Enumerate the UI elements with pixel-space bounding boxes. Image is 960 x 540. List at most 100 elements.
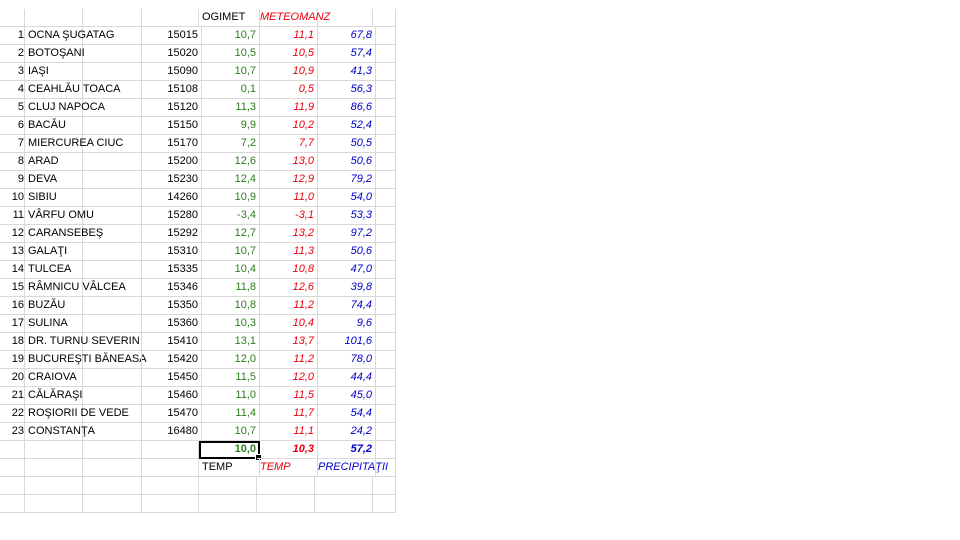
cell-empty[interactable]	[373, 225, 396, 243]
meteomanz-temp[interactable]: 11,0	[257, 189, 318, 207]
cell-empty[interactable]	[83, 405, 142, 423]
precipitation[interactable]: 53,3	[315, 207, 376, 225]
footer-meteomanz-label[interactable]: TEMP	[257, 459, 318, 477]
precipitation[interactable]: 97,2	[315, 225, 376, 243]
station-name[interactable]: CEAHLĂU TOACA	[25, 81, 121, 99]
station-code[interactable]: 15150	[142, 117, 202, 135]
cell-empty[interactable]	[373, 27, 396, 45]
meteomanz-temp[interactable]: 0,5	[257, 81, 318, 99]
cell-empty[interactable]	[83, 423, 142, 441]
row-number[interactable]: 18	[0, 333, 25, 351]
cell-empty[interactable]	[257, 477, 315, 495]
cell-empty[interactable]	[0, 459, 25, 477]
ogimet-temp[interactable]: 10,7	[199, 243, 260, 261]
station-name[interactable]: BUZĂU	[25, 297, 83, 315]
precipitation[interactable]: 52,4	[315, 117, 376, 135]
footer-precip-label[interactable]: PRECIPITAŢII	[315, 459, 388, 477]
ogimet-temp[interactable]: 10,7	[199, 423, 260, 441]
cell-empty[interactable]	[373, 297, 396, 315]
cell-empty[interactable]	[142, 441, 199, 459]
ogimet-temp[interactable]: 10,3	[199, 315, 260, 333]
precipitation[interactable]: 78,0	[315, 351, 376, 369]
ogimet-temp[interactable]: 11,3	[199, 99, 260, 117]
precipitation[interactable]: 54,0	[315, 189, 376, 207]
station-name[interactable]: BACĂU	[25, 117, 83, 135]
row-number[interactable]: 7	[0, 135, 25, 153]
row-number[interactable]: 5	[0, 99, 25, 117]
cell-empty[interactable]	[373, 45, 396, 63]
ogimet-temp[interactable]: 10,9	[199, 189, 260, 207]
cell-empty[interactable]	[199, 477, 257, 495]
cell-empty[interactable]	[83, 297, 142, 315]
meteomanz-temp[interactable]: 12,0	[257, 369, 318, 387]
meteomanz-temp[interactable]: 11,2	[257, 351, 318, 369]
cell-empty[interactable]	[83, 117, 142, 135]
cell-empty[interactable]	[83, 225, 142, 243]
cell-empty[interactable]	[0, 9, 25, 27]
total-precipitation[interactable]: 57,2	[315, 441, 376, 459]
precipitation[interactable]: 50,5	[315, 135, 376, 153]
cell-empty[interactable]	[373, 495, 396, 513]
cell-empty[interactable]	[83, 351, 142, 369]
meteomanz-temp[interactable]: 12,6	[257, 279, 318, 297]
cell-empty[interactable]	[373, 333, 396, 351]
precipitation[interactable]: 56,3	[315, 81, 376, 99]
cell-empty[interactable]	[373, 369, 396, 387]
cell-empty[interactable]	[83, 9, 142, 27]
precipitation[interactable]: 86,6	[315, 99, 376, 117]
cell-empty[interactable]	[373, 189, 396, 207]
ogimet-temp[interactable]: 13,1	[199, 333, 260, 351]
meteomanz-temp[interactable]: 11,1	[257, 27, 318, 45]
ogimet-temp[interactable]: 10,4	[199, 261, 260, 279]
station-code[interactable]: 15120	[142, 99, 202, 117]
precipitation[interactable]: 79,2	[315, 171, 376, 189]
row-number[interactable]: 1	[0, 27, 25, 45]
station-code[interactable]: 15470	[142, 405, 202, 423]
cell-empty[interactable]	[373, 171, 396, 189]
ogimet-temp[interactable]: -3,4	[199, 207, 260, 225]
cell-empty[interactable]	[83, 207, 142, 225]
cell-empty[interactable]	[142, 495, 199, 513]
total-ogimet-selected-cell[interactable]: 10,0	[199, 441, 262, 461]
meteomanz-temp[interactable]: 7,7	[257, 135, 318, 153]
row-number[interactable]: 16	[0, 297, 25, 315]
cell-empty[interactable]	[83, 459, 142, 477]
row-number[interactable]: 21	[0, 387, 25, 405]
ogimet-temp[interactable]: 9,9	[199, 117, 260, 135]
header-ogimet[interactable]: OGIMET	[199, 9, 260, 27]
station-name[interactable]: TULCEA	[25, 261, 83, 279]
ogimet-temp[interactable]: 0,1	[199, 81, 260, 99]
station-code[interactable]: 15410	[142, 333, 202, 351]
precipitation[interactable]: 67,8	[315, 27, 376, 45]
station-code[interactable]: 15200	[142, 153, 202, 171]
station-name[interactable]: BOTOŞANI	[25, 45, 85, 63]
precipitation[interactable]: 45,0	[315, 387, 376, 405]
meteomanz-temp[interactable]: 13,2	[257, 225, 318, 243]
ogimet-temp[interactable]: 12,4	[199, 171, 260, 189]
station-name[interactable]: SULINA	[25, 315, 83, 333]
cell-empty[interactable]	[373, 117, 396, 135]
station-code[interactable]: 15170	[142, 135, 202, 153]
cell-empty[interactable]	[83, 135, 142, 153]
station-code[interactable]: 15350	[142, 297, 202, 315]
station-code[interactable]: 15346	[142, 279, 202, 297]
precipitation[interactable]: 50,6	[315, 243, 376, 261]
station-name[interactable]: GALAŢI	[25, 243, 83, 261]
cell-empty[interactable]	[315, 477, 373, 495]
row-number[interactable]: 20	[0, 369, 25, 387]
cell-empty[interactable]	[83, 333, 142, 351]
station-name[interactable]: ROŞIORII DE VEDE	[25, 405, 129, 423]
cell-empty[interactable]	[257, 495, 315, 513]
station-code[interactable]: 15450	[142, 369, 202, 387]
cell-empty[interactable]	[83, 243, 142, 261]
cell-empty[interactable]	[25, 495, 83, 513]
ogimet-temp[interactable]: 11,4	[199, 405, 260, 423]
cell-empty[interactable]	[142, 9, 199, 27]
precipitation[interactable]: 24,2	[315, 423, 376, 441]
row-number[interactable]: 3	[0, 63, 25, 81]
station-name[interactable]: MIERCUREA CIUC	[25, 135, 123, 153]
meteomanz-temp[interactable]: 11,9	[257, 99, 318, 117]
station-code[interactable]: 14260	[142, 189, 202, 207]
cell-empty[interactable]	[83, 81, 142, 99]
precipitation[interactable]: 54,4	[315, 405, 376, 423]
